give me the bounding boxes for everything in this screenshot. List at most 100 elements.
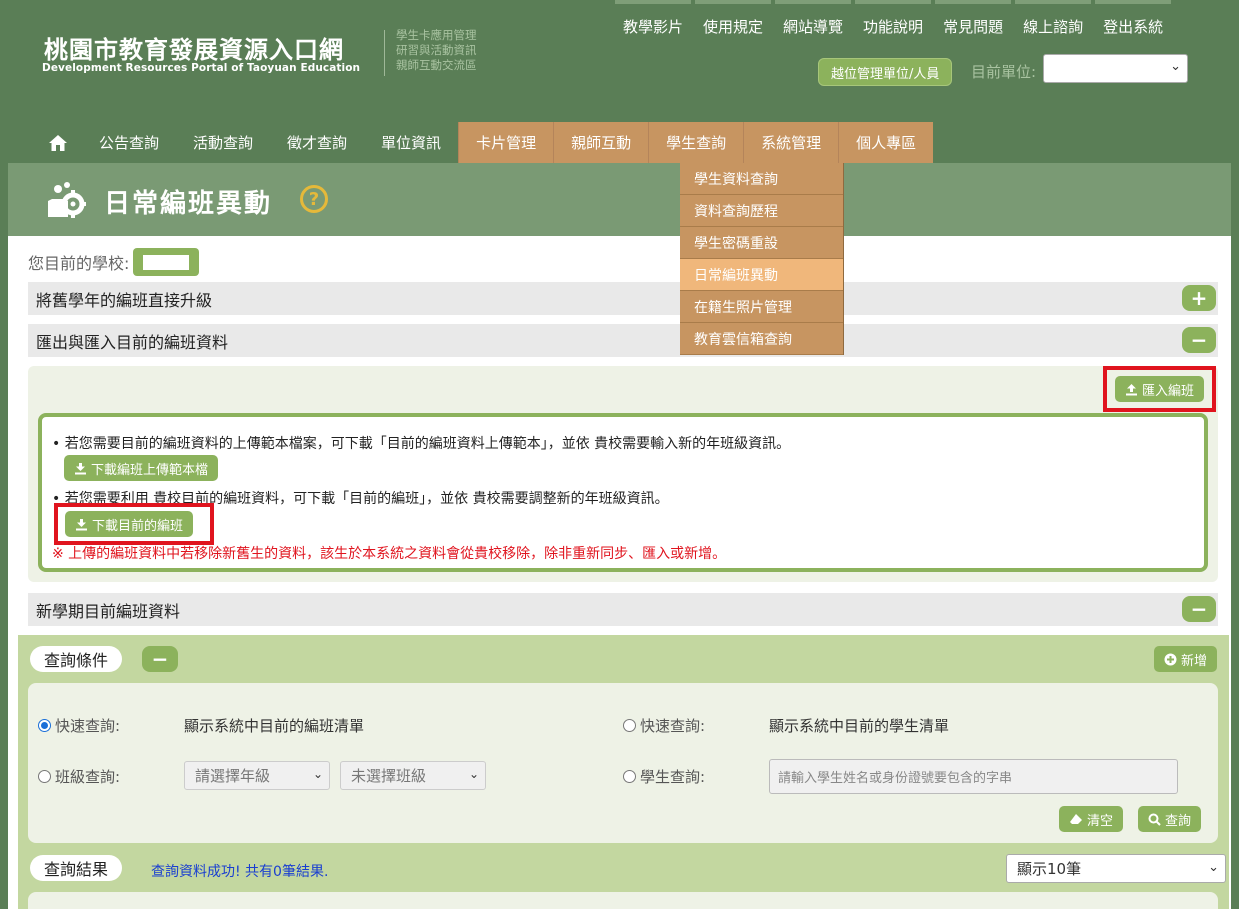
result-message: 查詢資料成功! 共有0筆結果.	[151, 864, 329, 880]
help-icon[interactable]: ?	[300, 185, 328, 213]
page-title: 日常編班異動	[104, 189, 273, 219]
grade-select-value: 請選擇年級	[195, 767, 271, 785]
home-icon	[49, 134, 67, 151]
section-title: 將舊學年的編班直接升級	[36, 290, 213, 310]
school-name-redacted	[143, 254, 190, 270]
student-search-input[interactable]: 請輸入學生姓名或身份證號要包含的字串	[769, 759, 1178, 794]
page-size-select[interactable]: 顯示10筆 ⌄	[1006, 854, 1226, 883]
gears-icon	[38, 177, 86, 223]
nav-jobs[interactable]: 徵才查詢	[270, 122, 364, 163]
radio-unselected[interactable]	[623, 719, 636, 732]
collapse-button[interactable]: −	[1182, 327, 1216, 353]
download-current-label: 下載目前的編班	[92, 518, 184, 534]
unit-select[interactable]: ⌄	[1043, 54, 1188, 83]
radio-unselected[interactable]	[38, 770, 51, 783]
logo-divider	[384, 30, 385, 76]
clear-label: 清空	[1087, 813, 1114, 829]
clear-button[interactable]: 清空	[1059, 806, 1124, 832]
collapse-button[interactable]: −	[1182, 596, 1216, 622]
grade-select[interactable]: 請選擇年級 ⌄	[184, 761, 330, 790]
menu-item-query-history[interactable]: 資料查詢歷程	[680, 195, 843, 227]
section-promote[interactable]: 將舊學年的編班直接升級 +	[28, 282, 1218, 315]
top-link-sitemap[interactable]: 網站導覽	[773, 0, 853, 50]
school-line: 您目前的學校:	[28, 248, 200, 276]
top-links: 教學影片 使用規定 網站導覽 功能說明 常見問題 線上諮詢 登出系統	[613, 0, 1173, 50]
class-select[interactable]: 未選擇班級 ⌄	[340, 761, 486, 790]
nav-home[interactable]	[8, 122, 82, 163]
menu-item-student-data[interactable]: 學生資料查詢	[680, 163, 843, 195]
menu-item-cloud-mail[interactable]: 教育雲信箱查詢	[680, 323, 843, 355]
radio-label: 快速查詢:	[55, 717, 121, 735]
section-new-term[interactable]: 新學期目前編班資料 −	[28, 593, 1218, 626]
nav-announcements[interactable]: 公告查詢	[82, 122, 176, 163]
download-template-button[interactable]: 下載編班上傳範本檔	[64, 455, 219, 481]
import-highlight: 匯入編班	[1103, 366, 1216, 412]
student-query-radio[interactable]: 學生查詢:	[623, 766, 705, 787]
site-title-en[interactable]: Development Resources Portal of Taoyuan …	[42, 62, 360, 74]
school-badge	[133, 248, 200, 276]
site-title[interactable]: 桃園市教育發展資源入口網	[44, 30, 344, 65]
add-button[interactable]: 新增	[1153, 646, 1217, 672]
nav-unit-info[interactable]: 單位資訊	[364, 122, 458, 163]
page-border-left	[0, 122, 8, 909]
download-template-label: 下載編班上傳範本檔	[91, 462, 209, 478]
top-link-rules[interactable]: 使用規定	[693, 0, 773, 50]
download-current-highlight: 下載目前的編班	[54, 503, 214, 545]
main-nav: 公告查詢 活動查詢 徵才查詢 單位資訊 卡片管理 親師互動 學生查詢 系統管理 …	[8, 122, 1231, 163]
warning-text: ※ 上傳的編班資料中若移除新舊生的資料，該生於本系統之資料會從貴校移除，除非重新…	[52, 546, 727, 562]
radio-unselected[interactable]	[623, 770, 636, 783]
nav-parent-teacher[interactable]: 親師互動	[553, 122, 649, 163]
nav-student-query[interactable]: 學生查詢	[648, 122, 744, 163]
chevron-down-icon: ⌄	[312, 767, 323, 781]
upload-icon	[1125, 383, 1137, 395]
manage-unit-button[interactable]: 越位管理單位/人員	[818, 58, 953, 86]
section-export-import[interactable]: 匯出與匯入目前的編班資料 −	[28, 324, 1218, 357]
nav-activities[interactable]: 活動查詢	[176, 122, 270, 163]
expand-button[interactable]: +	[1182, 285, 1216, 311]
page-size-value: 顯示10筆	[1017, 860, 1082, 878]
subtitle-line: 研習與活動資訊	[396, 43, 477, 57]
section-title: 新學期目前編班資料	[36, 601, 181, 621]
search-button[interactable]: 查詢	[1138, 806, 1202, 832]
query-conditions-label: 查詢條件	[30, 646, 123, 672]
instructions-box: • 若您需要目前的編班資料的上傳範本檔案，可下載「目前的編班資料上傳範本」，並依…	[38, 413, 1208, 572]
export-import-panel: 匯入編班 • 若您需要目前的編班資料的上傳範本檔案，可下載「目前的編班資料上傳範…	[28, 366, 1218, 582]
query-result-label: 查詢結果	[30, 855, 123, 881]
instruction-line: • 若您需要目前的編班資料的上傳範本檔案，可下載「目前的編班資料上傳範本」，並依…	[52, 436, 791, 452]
nav-card-mgmt[interactable]: 卡片管理	[458, 122, 554, 163]
top-link-help[interactable]: 功能說明	[853, 0, 933, 50]
subtitle-line: 學生卡應用管理	[396, 28, 477, 42]
top-link-videos[interactable]: 教學影片	[613, 0, 693, 50]
subtitle-line: 親師互動交流區	[396, 58, 477, 72]
quick-query-student-desc: 顯示系統中目前的學生清單	[769, 717, 950, 735]
collapse-button[interactable]: −	[142, 646, 178, 672]
import-class-button[interactable]: 匯入編班	[1114, 376, 1204, 402]
nav-personal[interactable]: 個人專區	[838, 122, 934, 163]
menu-item-class-change[interactable]: 日常編班異動	[680, 259, 843, 291]
section-title: 匯出與匯入目前的編班資料	[36, 332, 229, 352]
chevron-down-icon: ⌄	[468, 767, 479, 781]
download-icon	[75, 462, 86, 474]
plus-circle-icon	[1164, 653, 1177, 665]
unit-label: 目前單位:	[971, 63, 1037, 81]
page-border-right	[1231, 122, 1239, 909]
menu-item-password-reset[interactable]: 學生密碼重設	[680, 227, 843, 259]
chevron-down-icon: ⌄	[1208, 860, 1219, 875]
top-link-faq[interactable]: 常見問題	[933, 0, 1013, 50]
main-content: 您目前的學校: 將舊學年的編班直接升級 + 匯出與匯入目前的編班資料 − 匯入編…	[8, 236, 1231, 909]
add-label: 新增	[1180, 653, 1207, 669]
top-link-logout[interactable]: 登出系統	[1093, 0, 1173, 50]
nav-system-mgmt[interactable]: 系統管理	[743, 122, 839, 163]
quick-query-class-radio[interactable]: 快速查詢:	[38, 715, 120, 736]
download-icon	[76, 518, 87, 530]
import-class-label: 匯入編班	[1141, 383, 1194, 399]
query-area: 查詢條件 − 新增 快速查詢: 顯示系統中目前的編班清單 快速查詢: 顯示系統中…	[18, 635, 1229, 909]
class-query-radio[interactable]: 班級查詢:	[38, 766, 120, 787]
query-form: 快速查詢: 顯示系統中目前的編班清單 快速查詢: 顯示系統中目前的學生清單 班級…	[28, 683, 1218, 843]
quick-query-student-radio[interactable]: 快速查詢:	[623, 715, 705, 736]
radio-selected[interactable]	[38, 719, 51, 732]
quick-query-class-desc: 顯示系統中目前的編班清單	[184, 717, 365, 735]
top-link-consult[interactable]: 線上諮詢	[1013, 0, 1093, 50]
download-current-button[interactable]: 下載目前的編班	[65, 511, 194, 537]
menu-item-photo-mgmt[interactable]: 在籍生照片管理	[680, 291, 843, 323]
